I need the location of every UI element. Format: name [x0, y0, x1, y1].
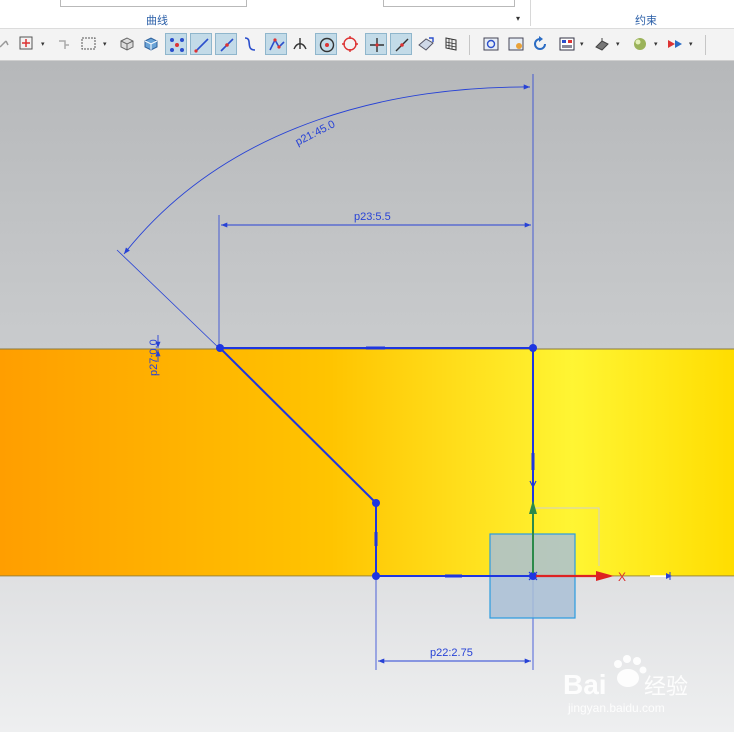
sketch-view[interactable]: p21:45.0 p23:5.5 p27:0.0 p22:2.75 X Bai …	[0, 61, 734, 732]
sphere-dropdown[interactable]: ▾	[654, 40, 658, 48]
vertex-point[interactable]	[372, 499, 380, 507]
surface-icon[interactable]	[415, 33, 437, 55]
point-grid-icon[interactable]	[165, 33, 187, 55]
polygon-icon[interactable]	[265, 33, 287, 55]
circle-point-icon[interactable]	[339, 33, 361, 55]
origin-marker-icon	[528, 571, 538, 581]
curve-group-label: 曲线	[146, 15, 168, 27]
slope-line-icon[interactable]	[390, 33, 412, 55]
constraint-input-field[interactable]	[383, 0, 515, 7]
sketch-point-icon[interactable]	[16, 33, 38, 55]
ribbon-header: 曲线 ▾ 约束	[0, 0, 734, 28]
vertex-point[interactable]	[529, 344, 537, 352]
cube-icon[interactable]	[116, 33, 138, 55]
selection-box-dropdown[interactable]: ▾	[103, 40, 107, 48]
line-tangent-icon[interactable]	[215, 33, 237, 55]
vertex-point[interactable]	[216, 344, 224, 352]
constraint-group-label: 约束	[635, 15, 657, 27]
background-top	[0, 61, 734, 349]
toolbar-separator	[469, 35, 470, 55]
sketch-point-dropdown[interactable]: ▾	[41, 40, 45, 48]
intersection-icon[interactable]	[365, 33, 387, 55]
filter-dropdown[interactable]: ▾	[689, 40, 693, 48]
selection-box-icon[interactable]	[78, 33, 100, 55]
filter-icon[interactable]	[664, 33, 686, 55]
ribbon-dropdown-arrow[interactable]: ▾	[516, 14, 520, 23]
layout-dropdown[interactable]: ▾	[580, 40, 584, 48]
watermark-brand: Bai	[563, 669, 607, 700]
line-icon[interactable]	[190, 33, 212, 55]
vertex-point[interactable]	[372, 572, 380, 580]
ribbon-divider	[530, 0, 531, 26]
toolbar-separator	[705, 35, 706, 55]
layout-icon[interactable]	[556, 33, 578, 55]
sphere-icon[interactable]	[629, 33, 651, 55]
x-axis-label: X	[618, 570, 626, 584]
refresh-icon[interactable]	[529, 33, 551, 55]
view-image-icon[interactable]	[505, 33, 527, 55]
shading-icon[interactable]	[591, 33, 613, 55]
view-fit-icon[interactable]	[480, 33, 502, 55]
solid-view-icon[interactable]	[140, 33, 162, 55]
watermark-url: jingyan.baidu.com	[567, 701, 665, 715]
width-bottom-dimension-label[interactable]: p22:2.75	[430, 647, 473, 659]
point-on-circle-icon[interactable]	[315, 33, 337, 55]
move-icon[interactable]	[53, 33, 75, 55]
graphics-window[interactable]: p21:45.0 p23:5.5 p27:0.0 p22:2.75 X Bai …	[0, 61, 734, 732]
watermark-brand-suffix: 经验	[644, 674, 688, 699]
snap-icon[interactable]	[0, 33, 16, 55]
curve-input-field[interactable]	[60, 0, 247, 7]
sketch-toolbar: ▾ ▾ ▾ ▾ ▾ ▾	[0, 28, 734, 61]
shading-dropdown[interactable]: ▾	[616, 40, 620, 48]
perpendicular-icon[interactable]	[289, 33, 311, 55]
orange-band	[0, 349, 734, 576]
spline-icon[interactable]	[239, 33, 261, 55]
width-top-dimension-label[interactable]: p23:5.5	[354, 211, 391, 223]
vertical-offset-dimension-label[interactable]: p27:0.0	[148, 339, 160, 376]
grid-icon[interactable]	[440, 33, 462, 55]
